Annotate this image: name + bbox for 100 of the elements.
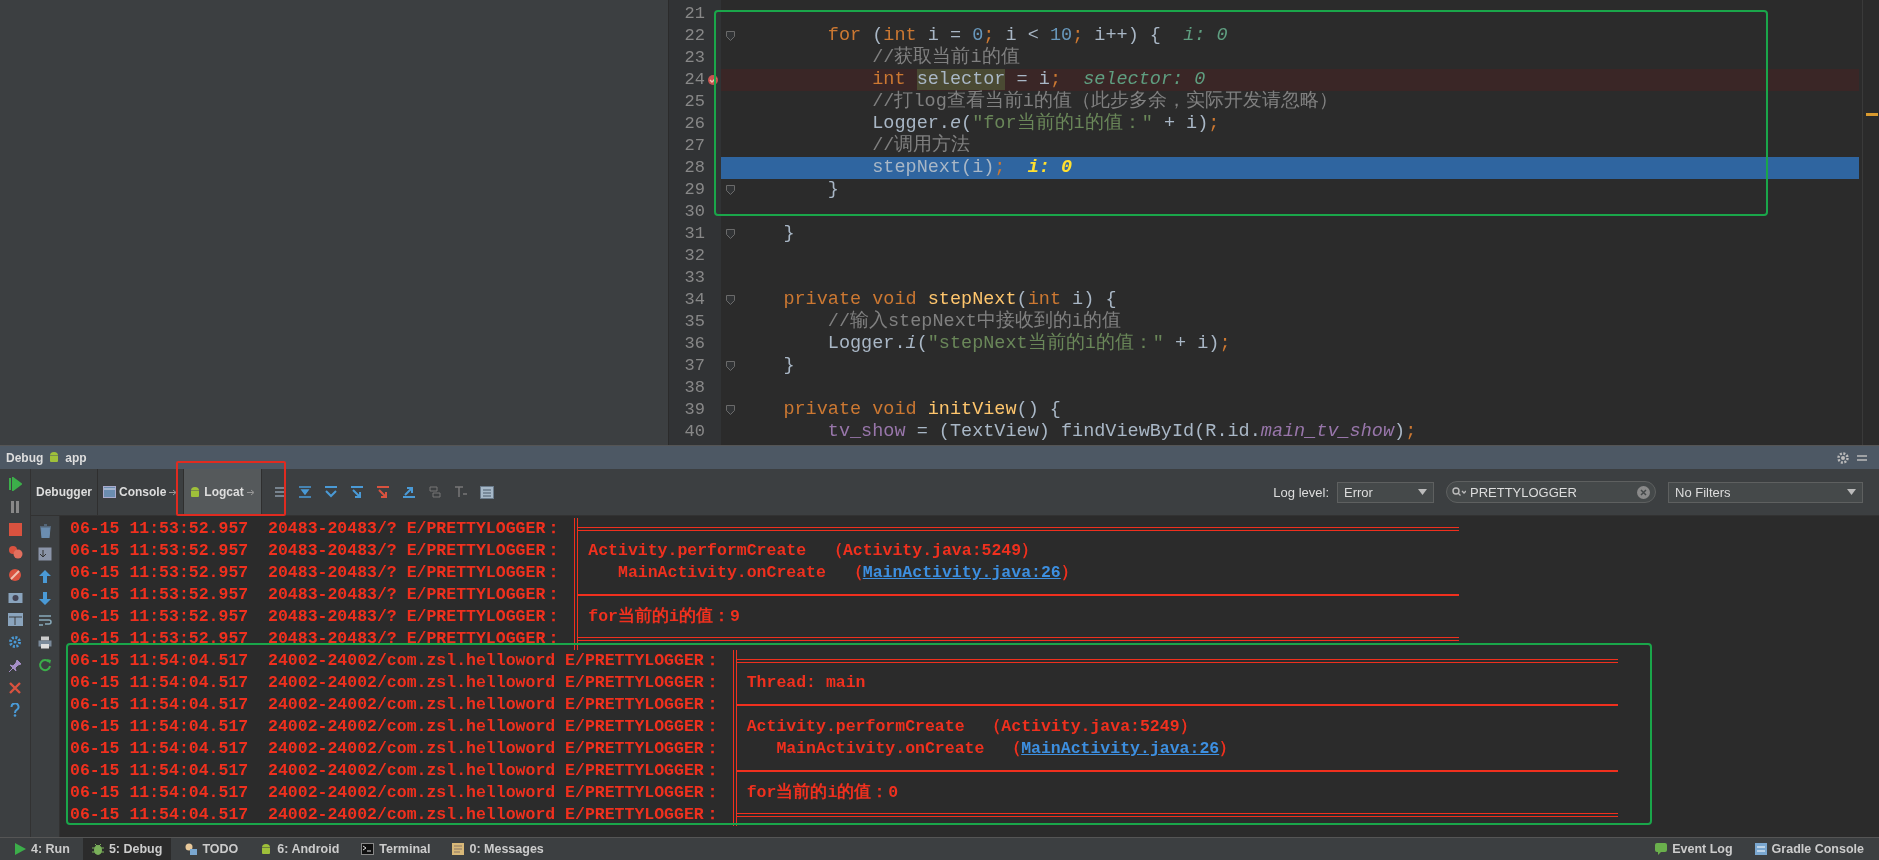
source-link[interactable]: MainActivity.java:26 xyxy=(1021,739,1220,758)
drop-frame-icon[interactable] xyxy=(427,485,442,499)
log-message: MainActivity.onCreate （MainActivity.java:26） xyxy=(775,738,1237,760)
evaluate-icon[interactable] xyxy=(479,485,494,499)
log-prefix: 06-15 11:53:52.957 20483-20483/? E/PRETTYLOGGER： xyxy=(70,540,563,562)
caret-icon xyxy=(1418,489,1427,495)
fold-marker-icon[interactable] xyxy=(725,405,735,415)
soft-wrap-icon[interactable] xyxy=(38,614,52,627)
log-prefix: 06-15 11:53:52.957 20483-20483/? E/PRETTYLOGGER： xyxy=(70,628,563,650)
code-line: //打log查看当前i的值（此步多余，实际开发请忽略） xyxy=(871,91,1338,112)
tool-window-button[interactable]: TODO xyxy=(175,838,248,860)
camera-icon[interactable] xyxy=(7,591,23,604)
force-step-into-icon[interactable] xyxy=(375,485,390,499)
layout-icon[interactable] xyxy=(7,613,23,626)
code-line: } xyxy=(782,355,795,377)
clear-icon[interactable] xyxy=(1637,485,1650,499)
tool-window-button[interactable]: 6: Android xyxy=(251,838,349,860)
play-icon xyxy=(15,843,26,855)
person-icon xyxy=(184,843,198,855)
threads-icon[interactable] xyxy=(273,486,286,498)
step-out-icon[interactable] xyxy=(401,485,416,499)
fold-marker-icon[interactable] xyxy=(725,31,735,41)
caret-icon xyxy=(1847,489,1856,495)
code-line: //输入stepNext中接收到的i的值 xyxy=(826,311,1121,332)
code-line: for (int i = 0; i < 10; i++) { i: 0 xyxy=(826,25,1228,46)
pause-icon[interactable] xyxy=(9,500,21,514)
line-number: 38 xyxy=(683,377,705,399)
down-arrow-icon[interactable] xyxy=(39,592,51,605)
tool-window-button[interactable]: Gradle Console xyxy=(1745,838,1873,860)
search-field[interactable]: PRETTYLOGGER xyxy=(1446,481,1656,503)
error-stripe-marker[interactable] xyxy=(1866,113,1878,116)
line-number: 23 xyxy=(683,47,705,69)
run-to-cursor-icon[interactable] xyxy=(453,485,468,499)
filter-dropdown[interactable]: No Filters xyxy=(1668,481,1863,503)
log-message: Activity.performCreate （Activity.java:5249） xyxy=(745,716,1197,738)
search-icon xyxy=(1452,487,1466,497)
console-icon xyxy=(1754,843,1767,855)
code-line: tv_show = (TextView) findViewById(R.id.main_tv_show); xyxy=(826,421,1417,443)
run-config-label: app xyxy=(65,450,87,465)
mute-breakpoints-icon[interactable] xyxy=(8,568,22,582)
print-icon[interactable] xyxy=(38,636,52,649)
log-prefix: 06-15 11:53:52.957 20483-20483/? E/PRETTYLOGGER： xyxy=(70,584,563,606)
bug-icon xyxy=(91,843,104,855)
restart-icon[interactable] xyxy=(38,658,52,672)
help-icon[interactable] xyxy=(10,703,20,717)
line-number: 31 xyxy=(683,223,705,245)
log-prefix: 06-15 11:54:04.517 24002-24002/com.zsl.helloword E/PRETTYLOGGER： xyxy=(70,672,721,694)
fold-marker-icon[interactable] xyxy=(725,185,735,195)
code-line: private void stepNext(int i) { xyxy=(782,289,1117,310)
code-line: //调用方法 xyxy=(871,135,971,157)
fold-marker-icon[interactable] xyxy=(725,361,735,371)
log-prefix: 06-15 11:54:04.517 24002-24002/com.zsl.helloword E/PRETTYLOGGER： xyxy=(70,694,721,716)
line-number: 24 xyxy=(683,69,705,91)
code-line: Logger.i("stepNext当前的i的值：" + i); xyxy=(826,333,1231,355)
breakpoints-icon[interactable] xyxy=(7,545,23,559)
stop-icon[interactable] xyxy=(8,523,22,536)
code-line: stepNext(i); i: 0 xyxy=(871,157,1073,179)
console-icon xyxy=(103,486,116,498)
step-into-icon[interactable] xyxy=(349,485,364,499)
pin-arrow-icon[interactable] xyxy=(246,488,256,496)
breakpoint-icon[interactable] xyxy=(707,74,719,86)
pin-arrow-icon[interactable] xyxy=(169,488,179,496)
log-message: for当前的i的值：0 xyxy=(745,782,899,804)
line-number: 32 xyxy=(683,245,705,267)
settings-icon[interactable] xyxy=(1836,450,1850,465)
android-icon xyxy=(189,485,202,499)
fold-marker-icon[interactable] xyxy=(725,295,735,305)
line-number: 34 xyxy=(683,289,705,311)
line-number: 21 xyxy=(683,3,705,25)
source-link[interactable]: MainActivity.java:26 xyxy=(862,563,1061,582)
tool-window-button[interactable]: 4: Run xyxy=(6,838,79,860)
resume-icon[interactable] xyxy=(8,477,22,491)
log-prefix: 06-15 11:53:52.957 20483-20483/? E/PRETTYLOGGER： xyxy=(70,562,563,584)
fold-marker-icon[interactable] xyxy=(725,229,735,239)
up-arrow-icon[interactable] xyxy=(39,570,51,583)
code-line: private void initView() { xyxy=(782,399,1061,421)
line-number: 37 xyxy=(683,355,705,377)
code-line: Logger.e("for当前的i的值：" + i); xyxy=(871,113,1220,134)
scroll-to-end-icon[interactable] xyxy=(38,547,52,561)
tool-window-button[interactable]: 5: Debug xyxy=(82,838,172,860)
show-execution-point-icon[interactable] xyxy=(297,485,312,499)
code-line: int selector = i; selector: 0 xyxy=(871,69,1206,90)
android-icon xyxy=(48,451,61,464)
tab[interactable]: Logcat xyxy=(184,469,262,515)
tool-window-button[interactable]: Event Log xyxy=(1646,838,1742,860)
line-number: 22 xyxy=(683,25,705,47)
step-over-icon[interactable] xyxy=(323,485,338,499)
log-level-dropdown[interactable]: Error xyxy=(1337,481,1434,503)
trash-icon[interactable] xyxy=(38,524,52,538)
messages-icon xyxy=(452,843,465,855)
log-prefix: 06-15 11:54:04.517 24002-24002/com.zsl.helloword E/PRETTYLOGGER： xyxy=(70,650,721,672)
line-number: 25 xyxy=(683,91,705,113)
pin-icon[interactable] xyxy=(8,659,22,673)
log-prefix: 06-15 11:53:52.957 20483-20483/? E/PRETTYLOGGER： xyxy=(70,518,563,540)
tool-window-button[interactable]: 0: Messages xyxy=(443,838,553,860)
line-number: 36 xyxy=(683,333,705,355)
settings-icon[interactable] xyxy=(7,635,23,650)
panel-title: Debug xyxy=(6,450,44,465)
close-icon[interactable] xyxy=(9,682,21,694)
tool-window-button[interactable]: Terminal xyxy=(352,838,440,860)
